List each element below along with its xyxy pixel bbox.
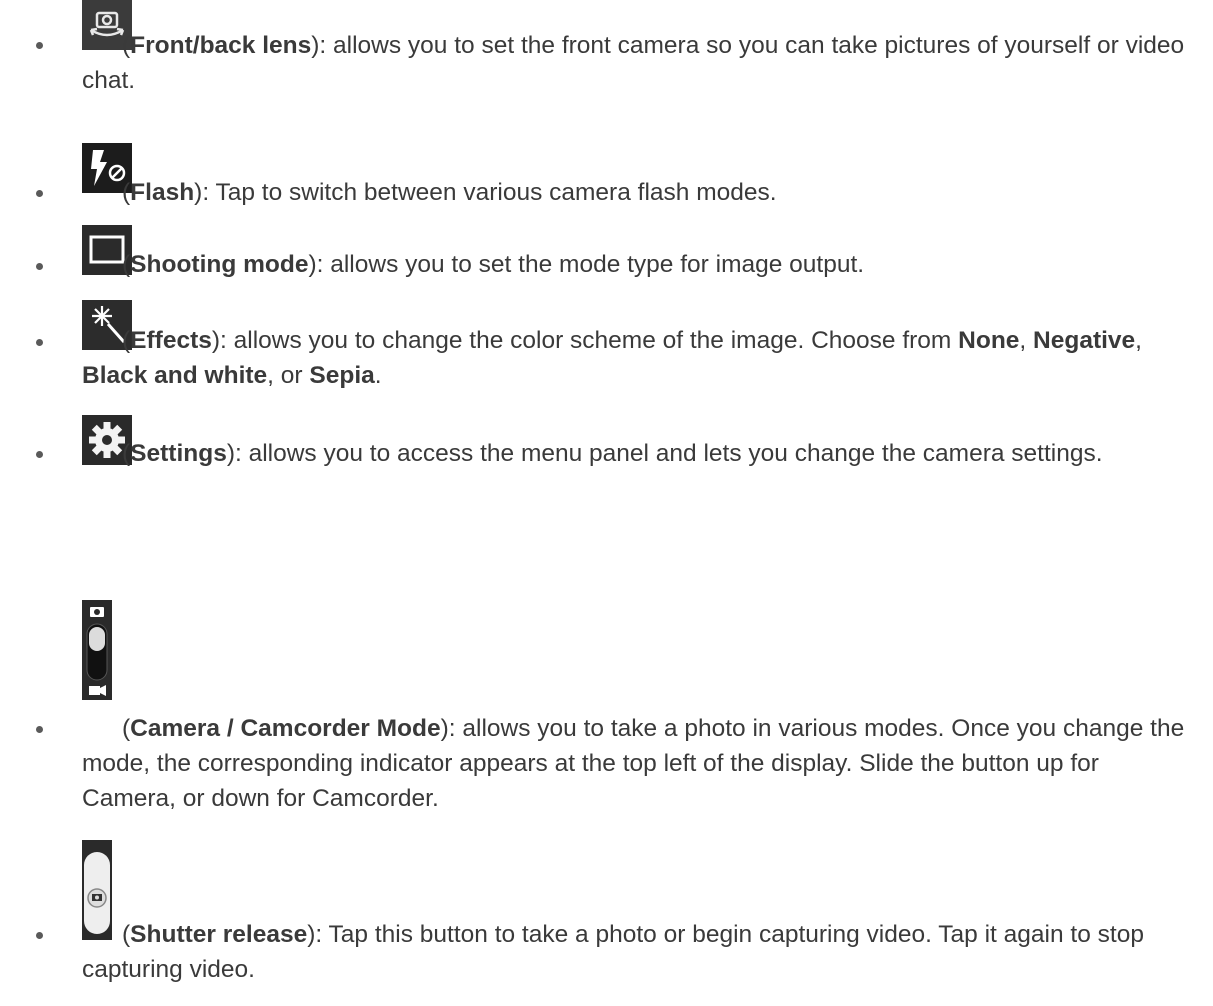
item-text: (Shutter release): Tap this button to ta…: [82, 921, 1144, 983]
item-title: Front/back lens: [130, 32, 312, 59]
item-title: Flash: [130, 179, 195, 206]
item-text: (Shooting mode): allows you to set the m…: [122, 251, 865, 278]
item-text: (Front/back lens): allows you to set the…: [82, 32, 1185, 94]
item-title: Shutter release: [130, 921, 308, 948]
item-text: (Settings): allows you to access the men…: [122, 440, 1103, 467]
item-text: (Effects): allows you to change the colo…: [82, 327, 1142, 389]
item-title: Camera / Camcorder Mode: [130, 715, 441, 742]
item-title: Settings: [130, 440, 227, 467]
item-text: (Flash): Tap to switch between various c…: [122, 179, 777, 206]
item-title: Effects: [130, 327, 212, 354]
item-title: Shooting mode: [130, 251, 309, 278]
camera-camcorder-switch-icon: [82, 600, 112, 700]
item-text: (Camera / Camcorder Mode): allows you to…: [82, 715, 1185, 812]
